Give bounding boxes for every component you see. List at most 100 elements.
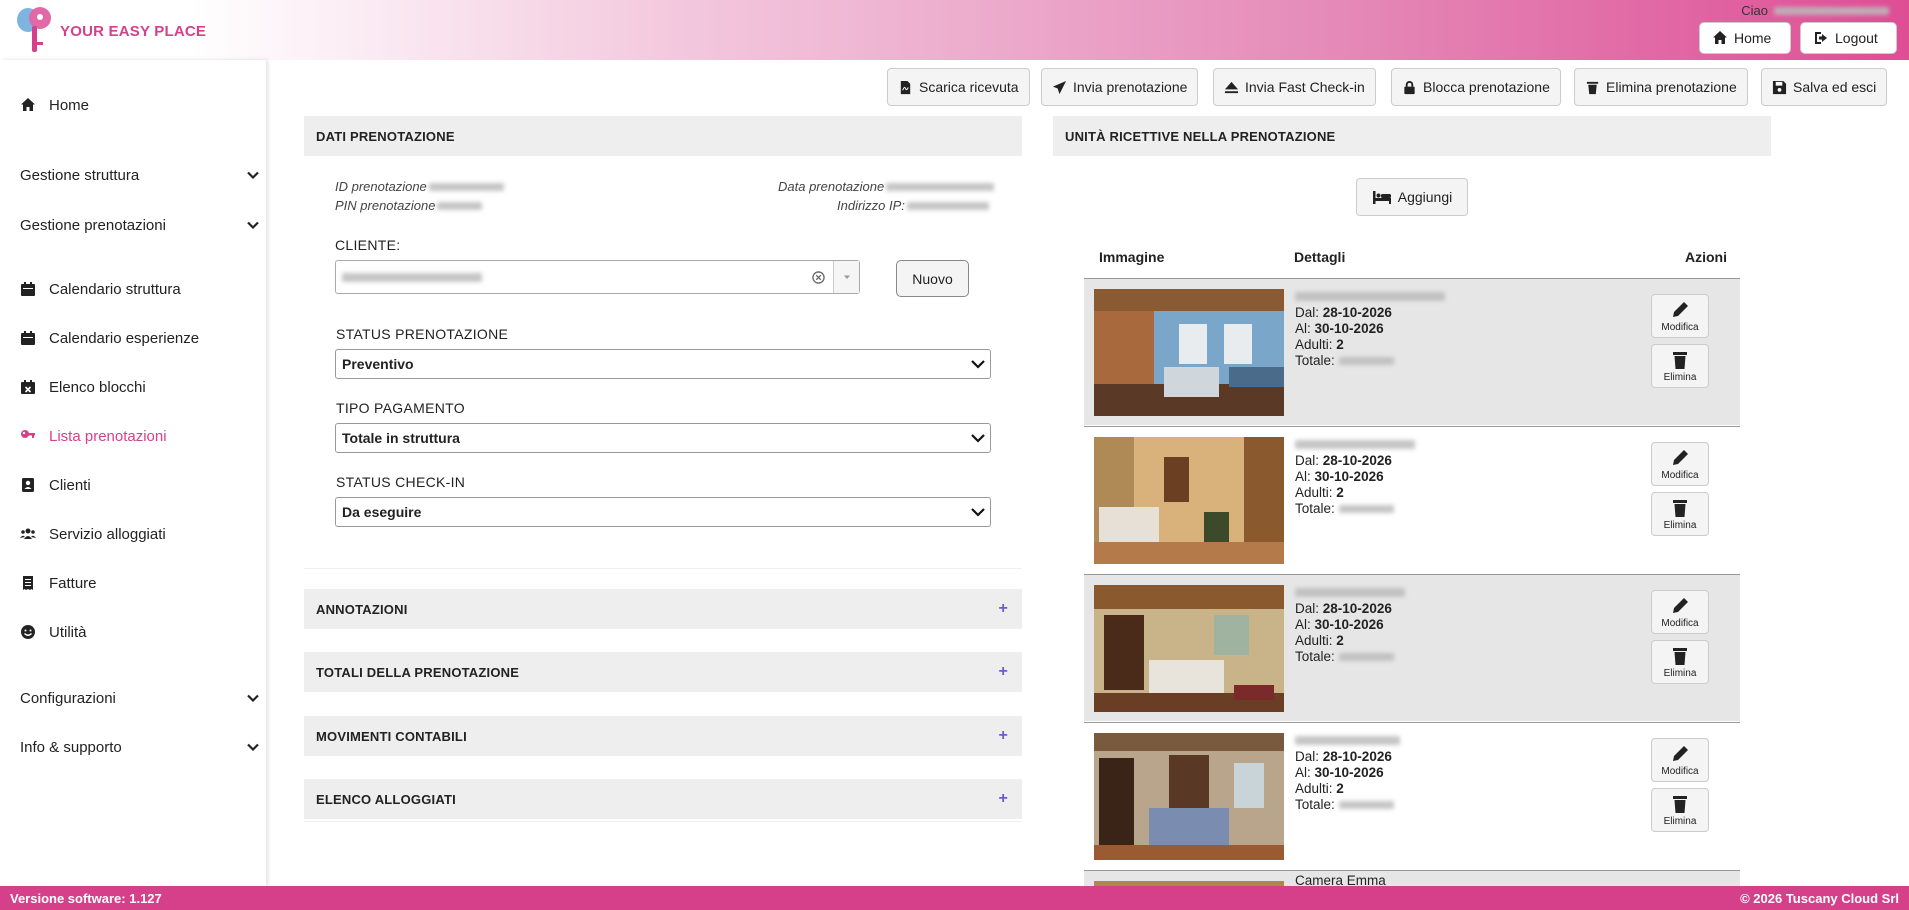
annotazioni-section[interactable]: ANNOTAZIONI + bbox=[304, 589, 1022, 629]
unit-name-redacted bbox=[1295, 292, 1445, 301]
elimina-button[interactable]: Elimina bbox=[1651, 344, 1709, 388]
unit-details: Dal: 28-10-2026 Al: 30-10-2026 Adulti: 2… bbox=[1295, 585, 1405, 665]
blocca-prenotazione-button[interactable]: Blocca prenotazione bbox=[1391, 68, 1561, 106]
unit-row: Dal: 28-10-2026 Al: 30-10-2026 Adulti: 2… bbox=[1084, 426, 1740, 573]
al-label: Al: bbox=[1295, 469, 1311, 484]
sidebar-item-label: Utilità bbox=[49, 623, 87, 641]
data-value-redacted bbox=[886, 182, 995, 191]
chevron-down-icon bbox=[247, 694, 259, 703]
pin-label: PIN prenotazione bbox=[335, 198, 436, 213]
user-greeting: Ciao bbox=[1741, 3, 1889, 18]
plus-icon[interactable]: + bbox=[998, 790, 1008, 808]
elenco-alloggiati-section[interactable]: ELENCO ALLOGGIATI + bbox=[304, 779, 1022, 819]
clear-icon[interactable] bbox=[812, 271, 825, 284]
modifica-label: Modifica bbox=[1661, 469, 1699, 481]
sidebar-item-utilita[interactable]: Utilità bbox=[0, 617, 266, 647]
sidebar-group-info-supporto[interactable]: Info & supporto bbox=[20, 732, 260, 762]
nuovo-cliente-button[interactable]: Nuovo bbox=[896, 260, 969, 297]
sidebar-group-gestione-struttura[interactable]: Gestione struttura bbox=[20, 160, 260, 190]
pin-prenotazione: PIN prenotazione bbox=[335, 198, 483, 213]
sidebar-item-calendario-esperienze[interactable]: Calendario esperienze bbox=[0, 323, 266, 353]
modifica-button[interactable]: Modifica bbox=[1651, 442, 1709, 486]
trash-icon bbox=[1673, 647, 1687, 665]
sidebar-item-lista-prenotazioni[interactable]: Lista prenotazioni bbox=[0, 421, 266, 451]
elimina-label: Elimina bbox=[1663, 519, 1697, 531]
unit-details: Dal: 28-10-2026 Al: 30-10-2026 Adulti: 2… bbox=[1295, 437, 1415, 517]
sidebar-item-servizio-alloggiati[interactable]: Servizio alloggiati bbox=[0, 519, 266, 549]
unit-row: Dal: 28-10-2026 Al: 30-10-2026 Adulti: 2… bbox=[1084, 278, 1740, 425]
section-title: ELENCO ALLOGGIATI bbox=[316, 791, 456, 807]
chevron-down-icon bbox=[971, 434, 985, 443]
salva-ed-esci-button[interactable]: Salva ed esci bbox=[1761, 68, 1888, 106]
logout-button[interactable]: Logout bbox=[1800, 22, 1897, 54]
invia-fast-checkin-button[interactable]: Invia Fast Check-in bbox=[1213, 68, 1376, 106]
room-photo bbox=[1094, 289, 1284, 416]
status-prenotazione-select[interactable]: Preventivo bbox=[335, 349, 991, 379]
elimina-button[interactable]: Elimina bbox=[1651, 788, 1709, 832]
pencil-icon bbox=[1673, 597, 1688, 613]
unita-ricettive-title: UNITÀ RICETTIVE NELLA PRENOTAZIONE bbox=[1065, 128, 1336, 144]
sidebar-group-configurazioni[interactable]: Configurazioni bbox=[20, 683, 260, 713]
receipt-icon bbox=[19, 574, 37, 592]
sidebar-item-clienti[interactable]: Clienti bbox=[0, 470, 266, 500]
nuovo-label: Nuovo bbox=[912, 270, 953, 287]
totali-section[interactable]: TOTALI DELLA PRENOTAZIONE + bbox=[304, 652, 1022, 692]
adulti-value: 2 bbox=[1336, 781, 1344, 796]
status-checkin-select[interactable]: Da eseguire bbox=[335, 497, 991, 527]
aggiungi-label: Aggiungi bbox=[1397, 189, 1453, 205]
logo-text: YOUR EASY PLACE bbox=[60, 23, 207, 40]
lock-icon bbox=[1404, 80, 1415, 94]
plus-icon[interactable]: + bbox=[998, 663, 1008, 681]
room-photo bbox=[1094, 733, 1284, 860]
status-prenotazione-label: STATUS PRENOTAZIONE bbox=[336, 326, 509, 342]
trash-icon bbox=[1673, 795, 1687, 813]
plus-icon[interactable]: + bbox=[998, 727, 1008, 745]
unit-name-redacted bbox=[1295, 736, 1400, 745]
divider bbox=[304, 568, 1022, 569]
status-checkin-value: Da eseguire bbox=[342, 504, 422, 520]
sidebar-group-gestione-prenotazioni[interactable]: Gestione prenotazioni bbox=[20, 210, 260, 240]
file-pdf-icon bbox=[900, 80, 911, 94]
section-title: TOTALI DELLA PRENOTAZIONE bbox=[316, 664, 520, 680]
elimina-button[interactable]: Elimina bbox=[1651, 640, 1709, 684]
totale-label: Totale: bbox=[1295, 797, 1335, 812]
footer: Versione software: 1.127 © 2026 Tuscany … bbox=[0, 886, 1909, 910]
caret-down-icon bbox=[843, 275, 850, 279]
plus-icon[interactable]: + bbox=[998, 600, 1008, 618]
smile-icon bbox=[19, 623, 37, 641]
divider bbox=[304, 821, 1022, 822]
top-header: YOUR EASY PLACE Ciao Home Logout bbox=[0, 0, 1909, 60]
modifica-button[interactable]: Modifica bbox=[1651, 590, 1709, 634]
movimenti-section[interactable]: MOVIMENTI CONTABILI + bbox=[304, 716, 1022, 756]
cliente-dropdown-toggle[interactable] bbox=[833, 261, 859, 293]
tipo-pagamento-select[interactable]: Totale in struttura bbox=[335, 423, 991, 453]
blocca-prenotazione-label: Blocca prenotazione bbox=[1423, 79, 1550, 95]
home-button-label: Home bbox=[1734, 30, 1772, 46]
aggiungi-button[interactable]: Aggiungi bbox=[1356, 178, 1468, 216]
home-icon bbox=[1713, 31, 1727, 44]
salva-ed-esci-label: Salva ed esci bbox=[1793, 79, 1877, 95]
elimina-prenotazione-button[interactable]: Elimina prenotazione bbox=[1574, 68, 1748, 106]
sidebar-item-label: Fatture bbox=[49, 574, 97, 592]
sidebar-item-fatture[interactable]: Fatture bbox=[0, 568, 266, 598]
unit-details: Dal: 28-10-2026 Al: 30-10-2026 Adulti: 2… bbox=[1295, 733, 1400, 813]
trash-icon bbox=[1673, 351, 1687, 369]
chevron-down-icon bbox=[247, 171, 259, 180]
sidebar-item-elenco-blocchi[interactable]: Elenco blocchi bbox=[0, 372, 266, 402]
cliente-select[interactable] bbox=[335, 260, 860, 294]
sidebar-item-calendario-struttura[interactable]: Calendario struttura bbox=[0, 274, 266, 304]
version-label: Versione software: bbox=[10, 890, 126, 906]
elimina-button[interactable]: Elimina bbox=[1651, 492, 1709, 536]
scarica-ricevuta-button[interactable]: Scarica ricevuta bbox=[887, 68, 1030, 106]
invia-prenotazione-button[interactable]: Invia prenotazione bbox=[1041, 68, 1199, 106]
sidebar-item-label: Clienti bbox=[49, 476, 91, 494]
column-header-azioni: Azioni bbox=[1685, 249, 1727, 265]
id-prenotazione: ID prenotazione bbox=[335, 179, 504, 194]
adulti-label: Adulti: bbox=[1295, 337, 1333, 352]
modifica-button[interactable]: Modifica bbox=[1651, 738, 1709, 782]
key-icon bbox=[19, 427, 37, 445]
home-button[interactable]: Home bbox=[1699, 22, 1791, 54]
chevron-down-icon bbox=[247, 221, 259, 230]
sidebar-item-home[interactable]: Home bbox=[0, 90, 266, 120]
modifica-button[interactable]: Modifica bbox=[1651, 294, 1709, 338]
